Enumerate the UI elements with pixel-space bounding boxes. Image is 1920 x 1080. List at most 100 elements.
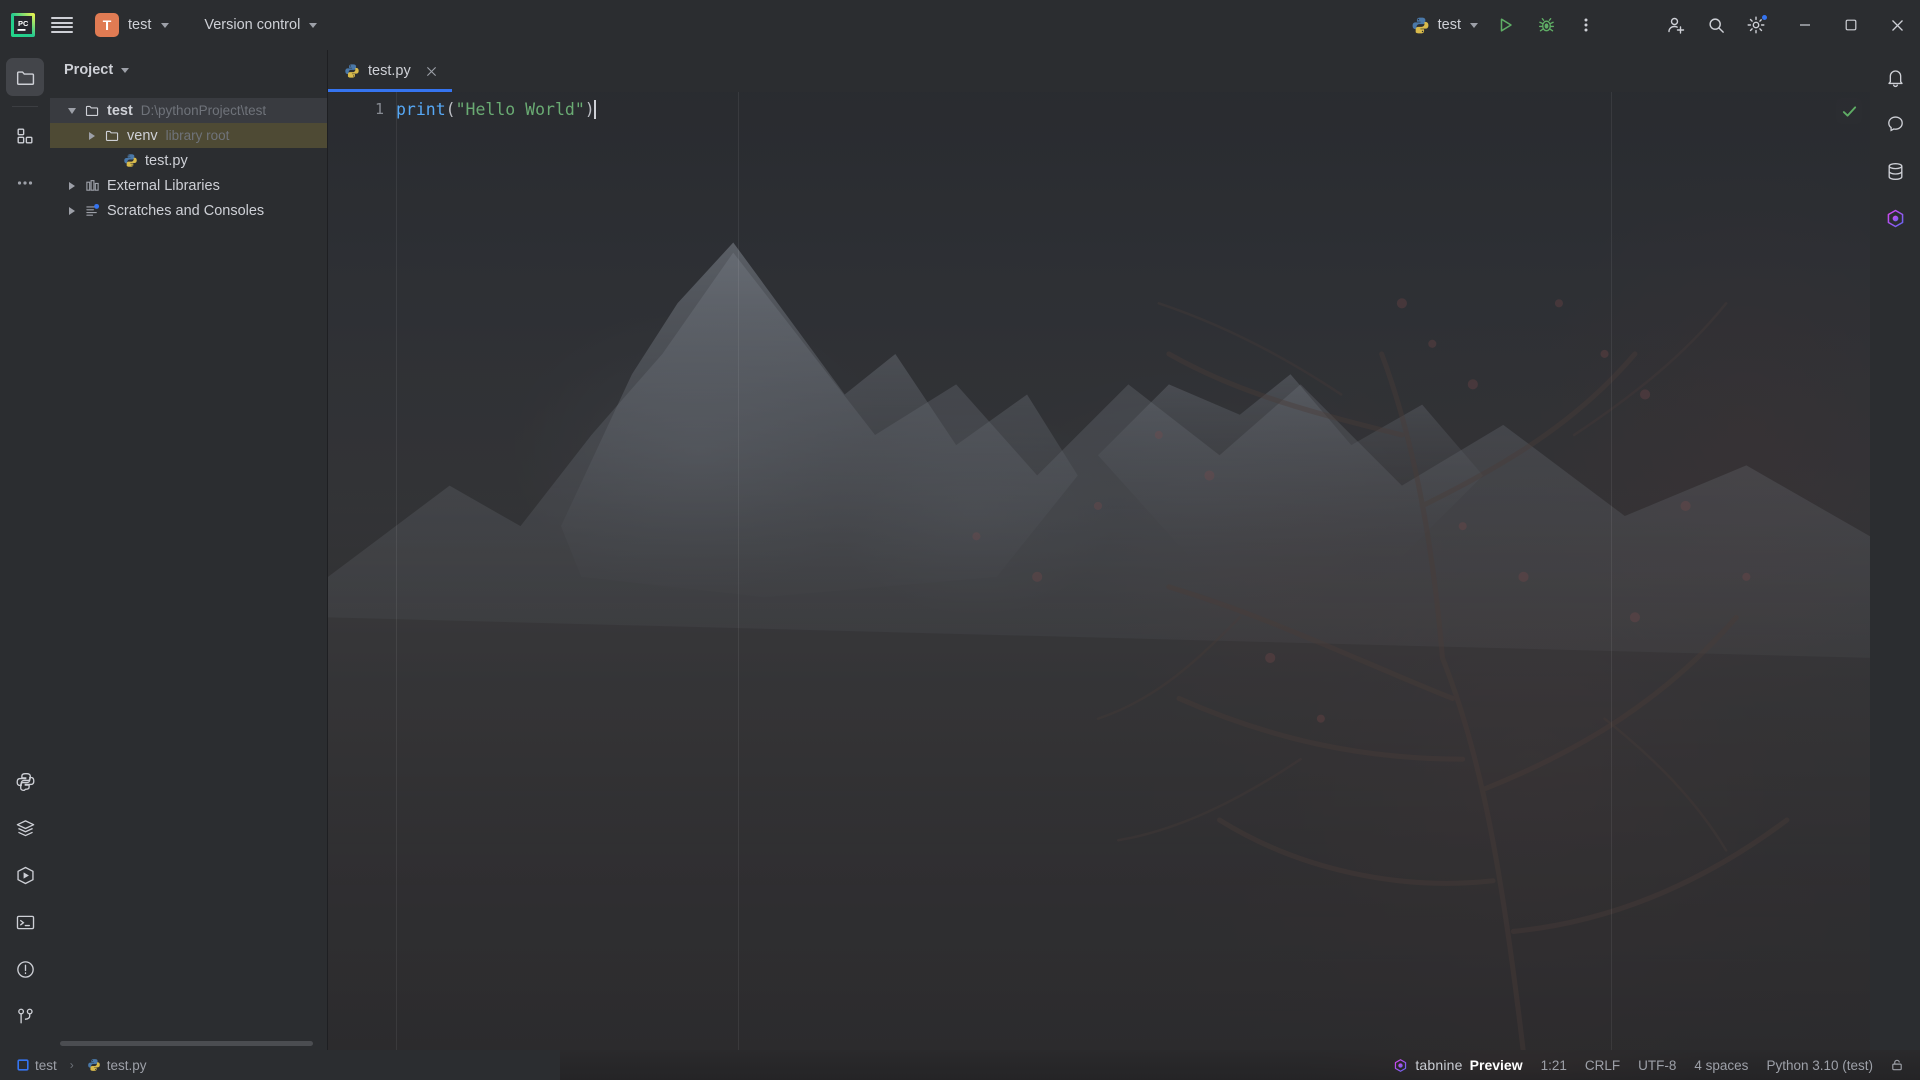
project-name: test (128, 17, 152, 33)
version-control-button[interactable]: Version control (194, 8, 327, 42)
project-selector[interactable]: T test (90, 8, 178, 42)
run-configuration-selector[interactable]: test (1403, 8, 1486, 42)
twisty-collapsed-icon[interactable] (84, 128, 100, 144)
stripe-divider (12, 106, 38, 107)
caret-position-label: 1:21 (1540, 1057, 1567, 1073)
tree-label: venv (127, 127, 158, 144)
tree-hint: D:\pythonProject\test (140, 103, 267, 118)
sidebar-item-problems[interactable] (6, 950, 44, 988)
sidebar-item-version-control[interactable] (6, 997, 44, 1035)
breadcrumb-label: test.py (106, 1057, 147, 1073)
gear-icon[interactable] (1736, 5, 1776, 45)
more-vertical-icon[interactable] (1566, 5, 1606, 45)
twisty-collapsed-icon[interactable] (64, 178, 80, 194)
tree-row-venv[interactable]: venv library root (50, 123, 327, 148)
editor-gutter[interactable]: 1 (328, 92, 396, 1050)
folder-icon (102, 128, 122, 143)
python-file-icon (120, 153, 140, 168)
editor-tab-test-py[interactable]: test.py (328, 50, 452, 92)
close-icon[interactable] (1874, 0, 1920, 50)
settings-update-badge (1761, 14, 1768, 21)
tabnine-status[interactable]: tabnine Preview (1384, 1053, 1531, 1077)
code-token-function: print (396, 100, 446, 119)
main-body: Project test D:\pythonProject\test venv … (0, 50, 1920, 1053)
sidebar-item-database[interactable] (1876, 152, 1914, 190)
editor-text-area[interactable]: 1 print("Hello World") (328, 92, 1870, 1050)
twisty-none (102, 153, 118, 169)
minimize-icon[interactable] (1782, 0, 1828, 50)
chevron-down-icon (309, 22, 318, 28)
module-icon (17, 1059, 29, 1071)
twisty-collapsed-icon[interactable] (64, 203, 80, 219)
text-caret (593, 100, 596, 119)
code-token-paren-open: ( (445, 100, 456, 119)
breadcrumb-file[interactable]: test.py (82, 1054, 152, 1076)
debug-icon[interactable] (1526, 5, 1566, 45)
chevron-down-icon (161, 22, 170, 28)
file-encoding[interactable]: UTF-8 (1629, 1053, 1685, 1077)
tabnine-mode-label: Preview (1469, 1057, 1523, 1073)
line-separator[interactable]: CRLF (1576, 1053, 1629, 1077)
tree-hint: library root (165, 128, 230, 143)
pycharm-window: PC T test Version control test Project t… (0, 0, 1920, 1080)
inspection-widget[interactable] (1836, 98, 1862, 124)
sidebar-item-structure[interactable] (6, 117, 44, 155)
tabnine-brand-label: tabnine (1415, 1057, 1463, 1073)
python-file-icon (344, 63, 360, 79)
project-panel-title: Project (64, 62, 114, 78)
lock-icon[interactable] (1882, 1053, 1912, 1077)
sidebar-item-ai-assistant[interactable] (1876, 105, 1914, 143)
project-horizontal-scrollbar[interactable] (60, 1041, 313, 1046)
sidebar-item-project[interactable] (6, 58, 44, 96)
run-icon[interactable] (1486, 5, 1526, 45)
breadcrumb-separator: › (69, 1058, 74, 1072)
pycharm-logo-icon: PC (6, 5, 40, 45)
python-interpreter[interactable]: Python 3.10 (test) (1757, 1053, 1882, 1077)
sidebar-item-services[interactable] (6, 809, 44, 847)
right-tool-stripe (1870, 50, 1920, 1050)
code-content[interactable]: print("Hello World") (396, 92, 1870, 1050)
folder-icon (82, 103, 102, 118)
sidebar-item-more[interactable] (6, 164, 44, 202)
maximize-icon[interactable] (1828, 0, 1874, 50)
left-tool-stripe (0, 50, 50, 1050)
sidebar-item-tabnine[interactable] (1876, 199, 1914, 237)
status-bar: test › test.py tabnine Preview 1:21 CRLF… (0, 1050, 1920, 1080)
tree-row-external-libraries[interactable]: External Libraries (50, 173, 327, 198)
code-token-string: "Hello World" (455, 100, 585, 119)
close-icon[interactable] (423, 62, 441, 80)
search-icon[interactable] (1696, 5, 1736, 45)
project-tree: test D:\pythonProject\test venv library … (50, 90, 327, 1050)
editor-area: test.py 1 print("Hello World") (328, 50, 1870, 1053)
run-config-name: test (1437, 17, 1461, 33)
python-icon (1411, 16, 1430, 35)
hamburger-menu-icon[interactable] (42, 5, 82, 45)
sidebar-item-terminal[interactable] (6, 903, 44, 941)
scratches-icon (82, 203, 102, 218)
sidebar-item-notifications[interactable] (1876, 58, 1914, 96)
editor-tab-label: test.py (368, 63, 411, 79)
breadcrumb-label: test (35, 1057, 57, 1073)
chevron-down-icon (121, 67, 130, 73)
sidebar-item-python-console[interactable] (6, 762, 44, 800)
interpreter-label: Python 3.10 (test) (1766, 1057, 1873, 1073)
tree-row-test[interactable]: test D:\pythonProject\test (50, 98, 327, 123)
code-line-1: print("Hello World") (396, 99, 1870, 121)
indent-setting[interactable]: 4 spaces (1685, 1053, 1757, 1077)
sidebar-item-run[interactable] (6, 856, 44, 894)
tree-label: External Libraries (107, 177, 220, 194)
file-encoding-label: UTF-8 (1638, 1057, 1677, 1073)
project-panel-header[interactable]: Project (50, 50, 327, 90)
account-add-icon[interactable] (1656, 5, 1696, 45)
project-badge: T (95, 13, 119, 37)
twisty-expanded-icon[interactable] (64, 103, 80, 119)
caret-position[interactable]: 1:21 (1532, 1053, 1576, 1077)
indent-label: 4 spaces (1694, 1057, 1749, 1073)
tree-row-test-py[interactable]: test.py (50, 148, 327, 173)
breadcrumb-module[interactable]: test (12, 1054, 62, 1076)
tabnine-icon (1393, 1058, 1408, 1073)
project-tool-window: Project test D:\pythonProject\test venv … (50, 50, 328, 1050)
tree-row-scratches[interactable]: Scratches and Consoles (50, 198, 327, 223)
title-bar: PC T test Version control test (0, 0, 1920, 50)
line-number: 1 (374, 100, 384, 118)
